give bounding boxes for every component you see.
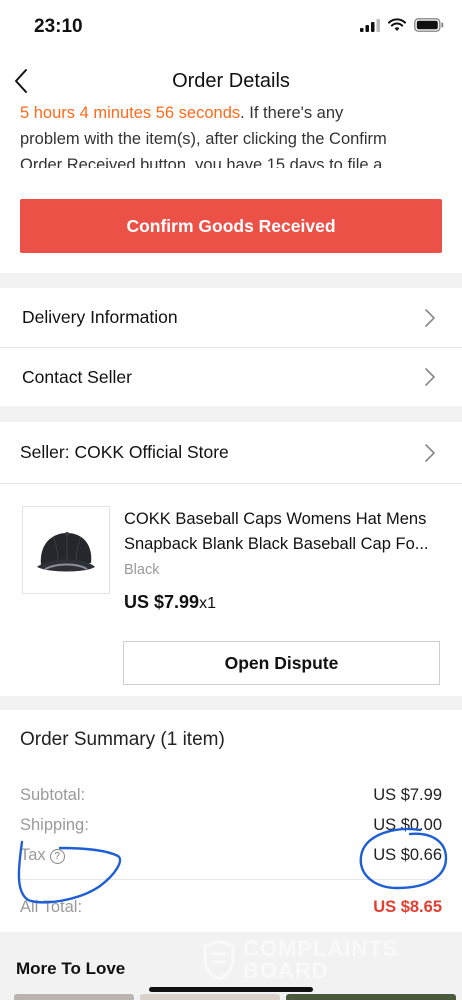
status-time: 23:10 bbox=[34, 16, 83, 37]
battery-icon bbox=[414, 18, 444, 32]
total-label: All Total: bbox=[20, 898, 83, 916]
product-thumbnails bbox=[14, 994, 462, 1000]
watermark: COMPLAINTS BOARD bbox=[203, 938, 423, 984]
product-quantity: x1 bbox=[199, 595, 216, 612]
subtotal-label: Subtotal: bbox=[20, 786, 86, 804]
contact-seller-row[interactable]: Contact Seller bbox=[0, 348, 462, 406]
notice-line-1: 5 hours 4 minutes 56 seconds. If there's… bbox=[20, 104, 344, 122]
home-indicator[interactable] bbox=[149, 987, 313, 992]
nav-bar: Order Details bbox=[0, 56, 462, 106]
divider bbox=[20, 879, 442, 880]
total-row: All Total: US $8.65 bbox=[20, 898, 442, 924]
watermark-line-2: BOARD bbox=[243, 958, 329, 983]
open-dispute-button[interactable]: Open Dispute bbox=[123, 641, 440, 685]
delivery-information-row[interactable]: Delivery Information bbox=[0, 288, 462, 347]
shipping-label: Shipping: bbox=[20, 816, 89, 834]
tax-value: US $0.66 bbox=[373, 846, 442, 864]
signal-icon bbox=[360, 18, 380, 32]
baseball-cap-image bbox=[37, 532, 95, 572]
total-value: US $8.65 bbox=[373, 898, 442, 916]
thumbnail[interactable] bbox=[140, 994, 280, 1000]
chevron-right-icon bbox=[425, 368, 435, 386]
wifi-icon bbox=[388, 18, 406, 31]
product-image[interactable] bbox=[22, 506, 110, 594]
chevron-right-icon bbox=[425, 308, 435, 327]
delivery-information-label: Delivery Information bbox=[22, 307, 178, 327]
contact-seller-label: Contact Seller bbox=[22, 366, 132, 387]
countdown-text: 5 hours 4 minutes 56 seconds bbox=[20, 104, 241, 122]
thumbnail[interactable] bbox=[286, 994, 456, 1000]
status-icons bbox=[360, 18, 444, 32]
product-title[interactable]: COKK Baseball Caps Womens Hat Mens Snapb… bbox=[124, 507, 446, 557]
thumbnail[interactable] bbox=[14, 994, 134, 1000]
confirm-goods-received-button[interactable]: Confirm Goods Received bbox=[20, 199, 442, 253]
subtotal-row: Subtotal: US $7.99 bbox=[20, 786, 442, 812]
chevron-right-icon bbox=[425, 443, 435, 462]
page-title: Order Details bbox=[172, 70, 290, 92]
help-icon[interactable]: ? bbox=[49, 849, 65, 864]
order-notice: 5 hours 4 minutes 56 seconds. If there's… bbox=[20, 100, 440, 168]
tax-label: Tax bbox=[20, 846, 46, 864]
subtotal-value: US $7.99 bbox=[373, 786, 442, 804]
divider bbox=[0, 483, 462, 484]
section-gap bbox=[0, 273, 462, 288]
shield-icon bbox=[203, 940, 235, 980]
order-summary-title: Order Summary (1 item) bbox=[20, 729, 225, 750]
seller-name: Seller: COKK Official Store bbox=[20, 442, 229, 462]
notice-line-2: problem with the item(s), after clicking… bbox=[20, 130, 387, 148]
tax-label-wrap: Tax? bbox=[20, 846, 65, 865]
notice-line-3: Order Received button, you have 15 days … bbox=[20, 156, 383, 168]
seller-row[interactable]: Seller: COKK Official Store bbox=[0, 422, 462, 483]
status-bar: 23:10 bbox=[0, 0, 462, 56]
section-gap bbox=[0, 406, 462, 422]
product-price: US $7.99x1 bbox=[124, 592, 216, 612]
shipping-value: US $0.00 bbox=[373, 816, 442, 834]
tax-row: Tax? US $0.66 bbox=[20, 846, 442, 872]
more-to-love-title: More To Love bbox=[16, 959, 126, 978]
product-variant: Black bbox=[124, 562, 160, 578]
shipping-row: Shipping: US $0.00 bbox=[20, 816, 442, 842]
section-gap bbox=[0, 696, 462, 710]
